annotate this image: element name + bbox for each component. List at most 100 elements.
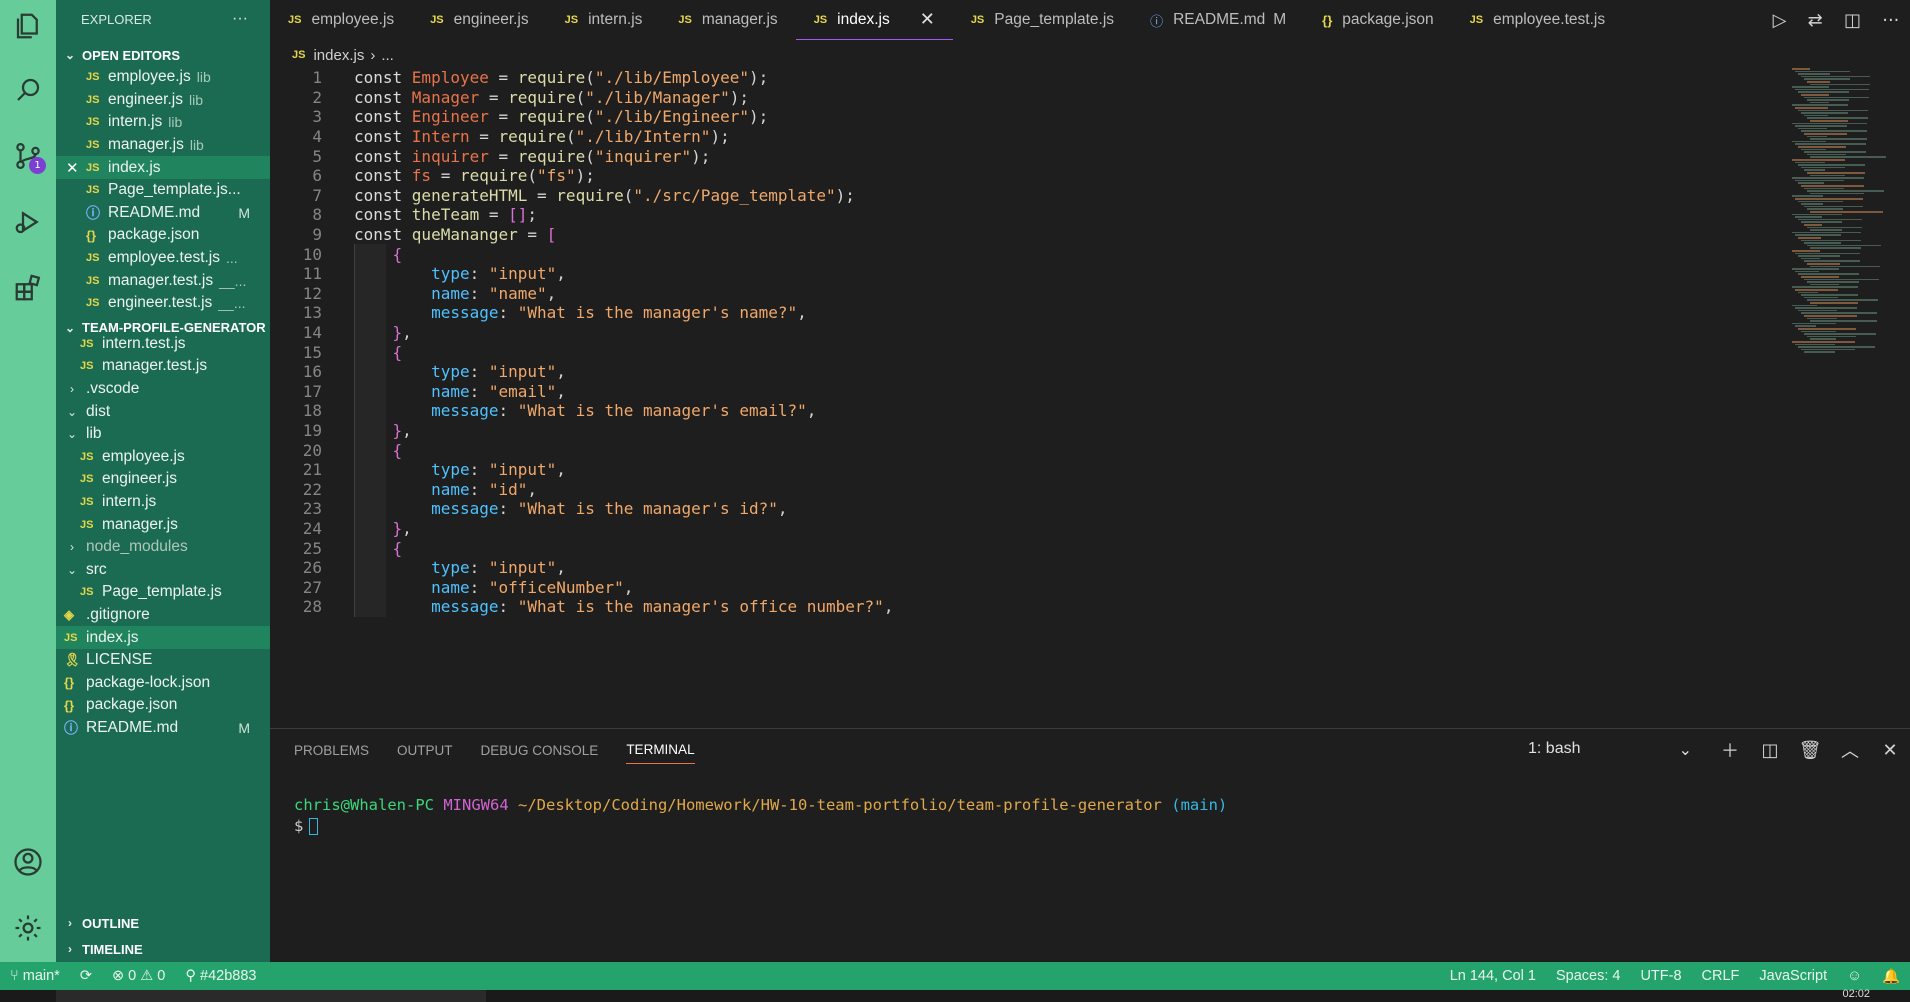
tab-index-js[interactable]: JS index.js ✕ [795, 0, 953, 40]
panel-tab-debug-console[interactable]: DEBUG CONSOLE [481, 737, 599, 764]
tree-file[interactable]: JS intern.js [56, 491, 270, 514]
code-line[interactable]: 17 name: "email", [270, 382, 1770, 402]
code-line[interactable]: 6 const fs = require("fs"); [270, 166, 1770, 186]
problems-status[interactable]: ⊗ 0 ⚠ 0 [112, 968, 165, 984]
split-terminal-icon[interactable]: ◫ [1750, 740, 1790, 761]
code-line[interactable]: 3 const Engineer = require("./lib/Enginee… [270, 107, 1770, 127]
branch-status[interactable]: ⑂ main* [10, 968, 60, 984]
maximize-panel-icon[interactable]: ︿ [1830, 737, 1870, 763]
close-tab-icon[interactable]: ✕ [920, 9, 935, 30]
code-line[interactable]: 14 }, [270, 323, 1770, 343]
code-line[interactable]: 5 const inquirer = require("inquirer"); [270, 146, 1770, 166]
tree-file[interactable]: ⓘ README.md M [56, 717, 270, 740]
sync-icon[interactable]: ⟳ [80, 968, 92, 984]
explorer-more-icon[interactable]: ··· [232, 10, 248, 28]
tree-folder[interactable]: ⌄ lib [56, 423, 270, 446]
open-editor-item[interactable]: JS manager.js lib [56, 134, 270, 157]
search-icon[interactable] [12, 74, 44, 106]
account-icon[interactable] [12, 846, 44, 878]
breadcrumb[interactable]: JS index.js › ... [292, 44, 394, 66]
feedback-icon[interactable]: ☺ [1847, 968, 1862, 984]
tab-employee-js[interactable]: JS employee.js [270, 0, 412, 40]
run-debug-icon[interactable] [12, 206, 44, 238]
tree-folder[interactable]: ⌄ dist [56, 400, 270, 423]
tab-intern-js[interactable]: JS intern.js [547, 0, 661, 40]
commit-status[interactable]: ⚲ #42b883 [185, 968, 256, 984]
code-line[interactable]: 10 { [270, 244, 1770, 264]
tree-file[interactable]: JS manager.js [56, 513, 270, 536]
code-line[interactable]: 1 const Employee = require("./lib/Employe… [270, 68, 1770, 88]
tree-file[interactable]: JS manager.test.js [56, 355, 270, 378]
open-editor-item[interactable]: ✕ JS index.js [56, 156, 270, 179]
notifications-bell-icon[interactable]: 🔔 [1882, 968, 1900, 985]
end-of-line[interactable]: CRLF [1702, 968, 1740, 984]
indentation[interactable]: Spaces: 4 [1556, 968, 1621, 984]
breadcrumb-file[interactable]: index.js [313, 47, 364, 64]
code-line[interactable]: 25 { [270, 538, 1770, 558]
minimap[interactable] [1786, 68, 1896, 368]
timeline-section[interactable]: › TIMELINE [56, 938, 270, 960]
code-line[interactable]: 2 const Manager = require("./lib/Manager"… [270, 88, 1770, 108]
terminal-select[interactable]: 1: bash ⌄ [1520, 740, 1700, 760]
cursor-position[interactable]: Ln 144, Col 1 [1450, 968, 1536, 984]
panel-tab-problems[interactable]: PROBLEMS [294, 737, 369, 764]
open-editor-item[interactable]: JS manager.test.js __... [56, 269, 270, 292]
panel-tab-output[interactable]: OUTPUT [397, 737, 453, 764]
open-editor-item[interactable]: JS Page_template.js... [56, 179, 270, 202]
open-editor-item[interactable]: JS employee.test.js... [56, 247, 270, 270]
code-line[interactable]: 7 const generateHTML = require("./src/Pag… [270, 186, 1770, 206]
code-line[interactable]: 11 type: "input", [270, 264, 1770, 284]
code-line[interactable]: 15 { [270, 342, 1770, 362]
source-control-icon[interactable]: 1 [12, 140, 46, 174]
open-changes-icon[interactable]: ⇄ [1808, 10, 1823, 31]
tree-folder[interactable]: › node_modules [56, 536, 270, 559]
close-panel-icon[interactable]: ✕ [1870, 740, 1910, 761]
tree-file[interactable]: JS index.js [56, 626, 270, 649]
tree-file[interactable]: JS intern.test.js [56, 333, 270, 356]
tab-package-json[interactable]: {} package.json [1304, 0, 1451, 40]
code-line[interactable]: 23 message: "What is the manager's id?", [270, 499, 1770, 519]
trash-icon[interactable]: 🗑 [1790, 740, 1830, 761]
run-icon[interactable]: ▷ [1773, 10, 1787, 31]
tree-file[interactable]: ◈ .gitignore [56, 604, 270, 627]
tab-employee-test-js[interactable]: JS employee.test.js [1452, 0, 1623, 40]
code-line[interactable]: 8 const theTeam = []; [270, 205, 1770, 225]
more-actions-icon[interactable]: ··· [1882, 10, 1899, 31]
code-line[interactable]: 22 name: "id", [270, 480, 1770, 500]
code-line[interactable]: 12 name: "name", [270, 284, 1770, 304]
panel-tab-terminal[interactable]: TERMINAL [626, 736, 695, 764]
code-line[interactable]: 4 const Intern = require("./lib/Intern"); [270, 127, 1770, 147]
tree-folder[interactable]: ⌄ src [56, 558, 270, 581]
tree-folder[interactable]: › .vscode [56, 378, 270, 401]
open-editors-section[interactable]: ⌄ OPEN EDITORS [56, 44, 270, 66]
open-editor-item[interactable]: JS engineer.test.js __... [56, 292, 270, 315]
split-editor-icon[interactable]: ◫ [1844, 10, 1861, 31]
open-editor-item[interactable]: {} package.json [56, 224, 270, 247]
tree-file[interactable]: JS engineer.js [56, 468, 270, 491]
language-mode[interactable]: JavaScript [1759, 968, 1827, 984]
code-line[interactable]: 20 { [270, 440, 1770, 460]
code-line[interactable]: 9 const queMananger = [ [270, 225, 1770, 245]
tree-file[interactable]: {} package-lock.json [56, 671, 270, 694]
new-terminal-icon[interactable]: ＋ [1710, 737, 1750, 763]
tree-file[interactable]: JS employee.js [56, 446, 270, 469]
tab-manager-js[interactable]: JS manager.js [660, 0, 795, 40]
code-line[interactable]: 21 type: "input", [270, 460, 1770, 480]
code-line[interactable]: 13 message: "What is the manager's name?… [270, 303, 1770, 323]
tab-engineer-js[interactable]: JS engineer.js [412, 0, 546, 40]
open-editor-item[interactable]: JS employee.js lib [56, 66, 270, 89]
terminal-input-line[interactable]: $ [294, 816, 1227, 837]
open-editor-item[interactable]: ⓘ README.md M [56, 202, 270, 225]
breadcrumb-symbol[interactable]: ... [381, 47, 394, 64]
tree-file[interactable]: JS Page_template.js [56, 581, 270, 604]
settings-gear-icon[interactable] [12, 912, 44, 944]
terminal-output[interactable]: chris@Whalen-PC MINGW64 ~/Desktop/Coding… [294, 795, 1227, 837]
tree-file[interactable]: {} package.json [56, 694, 270, 717]
code-line[interactable]: 19 }, [270, 421, 1770, 441]
code-line[interactable]: 26 type: "input", [270, 558, 1770, 578]
outline-section[interactable]: › OUTLINE [56, 912, 270, 934]
explorer-icon[interactable] [12, 10, 44, 42]
code-line[interactable]: 28 message: "What is the manager's offic… [270, 597, 1770, 617]
tree-file[interactable]: 🎗 LICENSE [56, 649, 270, 672]
tab-readme-md[interactable]: ⓘ README.md M [1132, 0, 1304, 40]
